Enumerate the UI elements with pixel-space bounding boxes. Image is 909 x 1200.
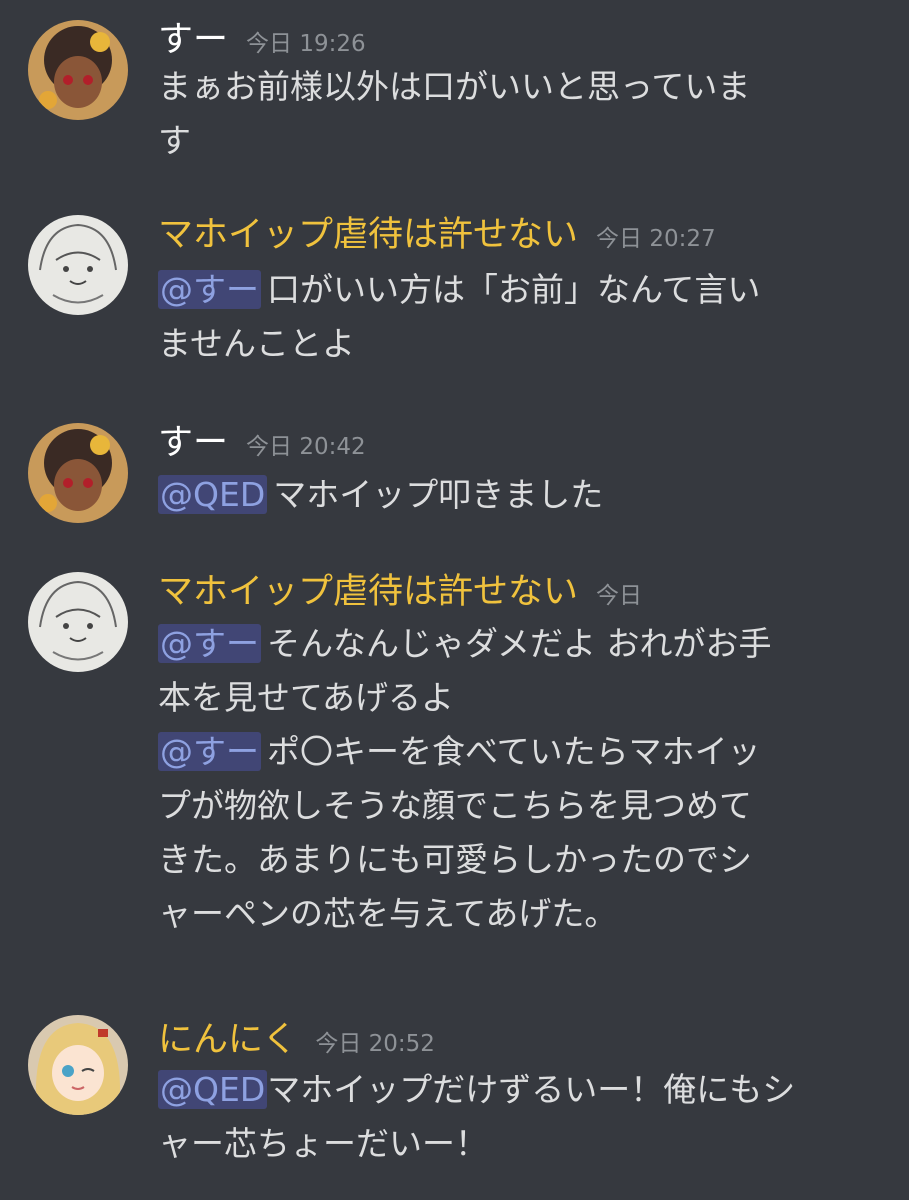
message-line: す (158, 121, 191, 160)
message-content: @QED マホイップ叩きました (158, 468, 868, 522)
message-text: そんなんじゃダメだよ おれがお手 (267, 624, 772, 663)
chat-messages: すー 今日 19:26 まぁお前様以外は口がいいと思っていま す マホイップ虐待は… (0, 0, 909, 1200)
avatar-mahoipu[interactable] (28, 215, 128, 315)
message-content: @すー そんなんじゃダメだよ おれがお手 本を見せてあげるよ @すー ポ〇キーを食べ… (158, 617, 868, 941)
message-text: マホイップ叩きました (273, 475, 604, 514)
username[interactable]: マホイップ虐待は許せない (158, 572, 578, 612)
message-line: まぁお前様以外は口がいいと思っていま (158, 67, 751, 106)
message-text: ポ〇キーを食べていたらマホイッ (267, 732, 761, 771)
message-line: きた。あまりにも可愛らしかったのでシ (158, 840, 752, 879)
message-line: @QED マホイップ叩きました (158, 468, 868, 522)
username[interactable]: すー (158, 423, 228, 463)
message-line: ャー芯ちょーだいー！ (158, 1124, 488, 1163)
timestamp: 今日 20:27 (596, 226, 716, 252)
message-line: 本を見せてあげるよ (158, 678, 455, 717)
message-line: プが物欲しそうな顔でこちらを見つめて (158, 786, 752, 825)
timestamp: 今日 20:42 (246, 434, 366, 460)
message-line: ャーペンの芯を与えてあげた。 (158, 894, 618, 933)
user-mention[interactable]: @すー (158, 624, 261, 663)
message-text: マホイップだけずるいー！俺にもシ (267, 1070, 796, 1109)
username[interactable]: すー (158, 20, 228, 60)
username[interactable]: マホイップ虐待は許せない (158, 215, 578, 255)
username[interactable]: にんにく (158, 1020, 297, 1060)
message-line: @すー そんなんじゃダメだよ おれがお手 (158, 617, 868, 671)
message-text: 口がいい方は「お前」なんて言い (267, 270, 761, 309)
user-mention[interactable]: @すー (158, 270, 261, 309)
user-mention[interactable]: @QED (158, 1070, 268, 1109)
message-line: ませんことよ (158, 324, 356, 363)
user-mention[interactable]: @QED (158, 475, 268, 514)
avatar-mahoipu[interactable] (28, 572, 128, 672)
message-content: @すー 口がいい方は「お前」なんて言い ませんことよ (158, 263, 868, 371)
avatar-su[interactable] (28, 20, 128, 120)
avatar-ninniku[interactable] (28, 1015, 128, 1115)
timestamp: 今日 19:26 (246, 31, 366, 57)
user-mention[interactable]: @すー (158, 732, 261, 771)
timestamp: 今日 20:52 (315, 1031, 435, 1057)
message-content: まぁお前様以外は口がいいと思っていま す (158, 60, 868, 168)
message-line: @QEDマホイップだけずるいー！俺にもシ (158, 1063, 868, 1117)
message-line: @すー 口がいい方は「お前」なんて言い (158, 263, 868, 317)
avatar-su[interactable] (28, 423, 128, 523)
message-line: @すー ポ〇キーを食べていたらマホイッ (158, 725, 868, 779)
timestamp: 今日 (596, 583, 643, 609)
message-content: @QEDマホイップだけずるいー！俺にもシ ャー芯ちょーだいー！ (158, 1063, 868, 1171)
